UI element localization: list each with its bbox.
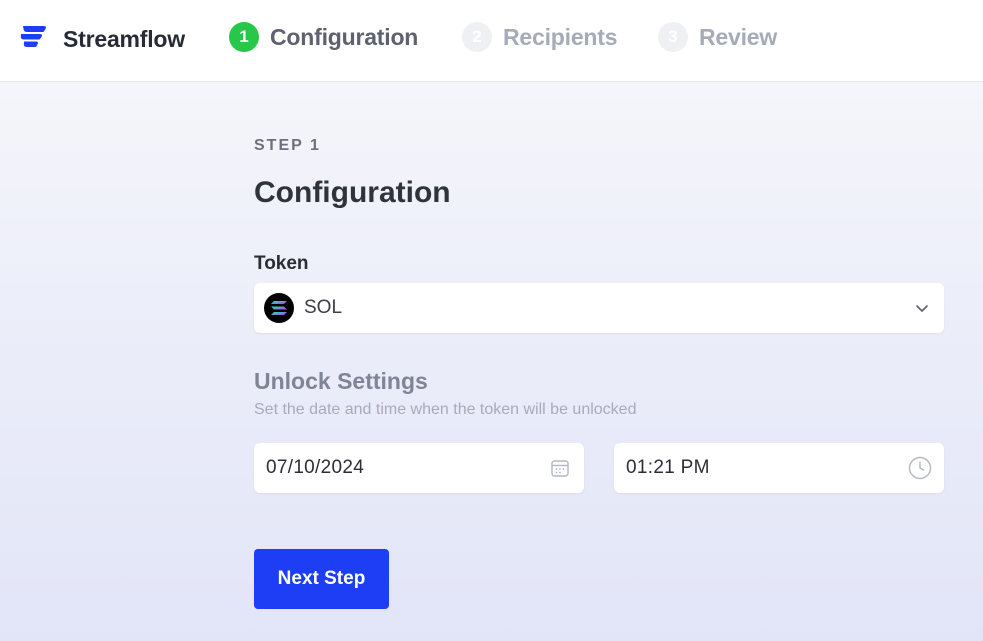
unlock-time-input[interactable]: 01:21 PM — [614, 443, 944, 493]
streamflow-logo-icon — [20, 26, 46, 47]
next-step-button[interactable]: Next Step — [254, 549, 389, 609]
step-label: Recipients — [503, 23, 618, 50]
chevron-down-icon — [916, 305, 928, 312]
brand-name: Streamflow — [63, 26, 185, 52]
step-eyebrow: STEP 1 — [254, 137, 321, 154]
token-select[interactable]: SOL — [254, 283, 944, 333]
step-label: Configuration — [270, 23, 419, 50]
brand[interactable]: Streamflow — [20, 24, 185, 52]
unlock-settings-subtitle: Set the date and time when the token wil… — [254, 401, 637, 418]
unlock-date-input[interactable]: 07/10/2024 — [254, 443, 584, 493]
token-select-value: SOL — [304, 297, 343, 318]
page-title: Configuration — [254, 176, 451, 209]
step-number-badge: 1 — [229, 22, 259, 52]
solana-icon — [264, 293, 294, 323]
clock-icon[interactable] — [908, 456, 932, 480]
step-label: Review — [699, 23, 778, 50]
unlock-settings-title: Unlock Settings — [254, 368, 428, 394]
token-label: Token — [254, 253, 309, 274]
step-number-badge: 2 — [462, 22, 492, 52]
calendar-icon[interactable] — [548, 456, 572, 480]
stepper-step-review[interactable]: 3 Review — [658, 22, 777, 52]
stepper-step-configuration[interactable]: 1 Configuration — [229, 22, 418, 52]
step-number-badge: 3 — [658, 22, 688, 52]
stepper-step-recipients[interactable]: 2 Recipients — [462, 22, 618, 52]
unlock-time-value: 01:21 PM — [626, 457, 710, 478]
top-navigation-bar: Streamflow 1 Configuration 2 Recipients … — [0, 0, 983, 82]
unlock-date-value: 07/10/2024 — [266, 457, 365, 478]
